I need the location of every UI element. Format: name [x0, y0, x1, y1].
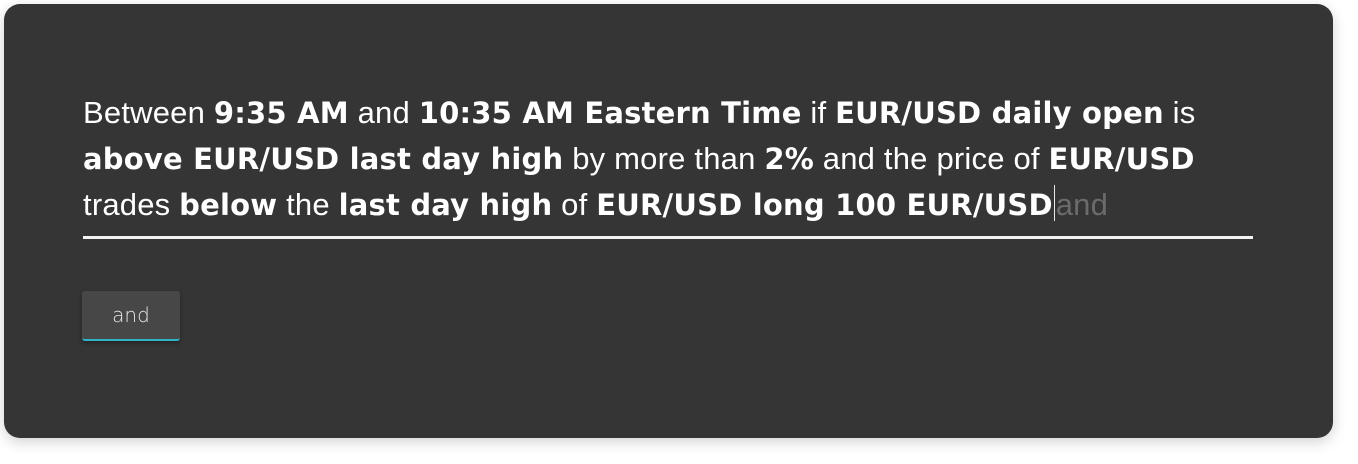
condition-token[interactable]: above EUR/USD last day high: [83, 142, 563, 176]
instrument-token[interactable]: EUR/USD: [1049, 142, 1195, 176]
text-token: of: [552, 187, 597, 222]
rule-builder-card: Between 9:35 AM and 10:35 AM Eastern Tim…: [4, 4, 1333, 438]
action-token[interactable]: EUR/USD long 100 EUR/USD: [596, 188, 1052, 222]
ghost-suggestion: and: [1055, 187, 1109, 222]
sentence-line-1: Between 9:35 AM and 10:35 AM Eastern Tim…: [83, 90, 1283, 136]
instrument-field-token[interactable]: EUR/USD daily open: [835, 96, 1164, 130]
level-token[interactable]: last day high: [339, 188, 553, 222]
text-token: if: [801, 95, 836, 130]
sentence-line-3: trades below the last day high of EUR/US…: [83, 182, 1283, 228]
text-token: is: [1163, 95, 1196, 130]
text-caret: [1053, 185, 1055, 221]
text-token: trades: [83, 187, 180, 222]
text-token: and: [348, 95, 419, 130]
input-underline: [83, 236, 1253, 239]
percent-token[interactable]: 2%: [764, 142, 814, 176]
direction-token[interactable]: below: [179, 188, 277, 222]
text-token: Between: [83, 95, 214, 130]
and-suggestion-button[interactable]: and: [82, 291, 180, 341]
time-token[interactable]: 10:35 AM Eastern Time: [419, 96, 802, 130]
text-token: and the price of: [813, 141, 1049, 176]
text-token: the: [277, 187, 339, 222]
sentence-line-2: above EUR/USD last day high by more than…: [83, 136, 1283, 182]
time-token[interactable]: 9:35 AM: [214, 96, 349, 130]
text-token: by more than: [563, 141, 765, 176]
rule-sentence-input[interactable]: Between 9:35 AM and 10:35 AM Eastern Tim…: [83, 90, 1283, 228]
